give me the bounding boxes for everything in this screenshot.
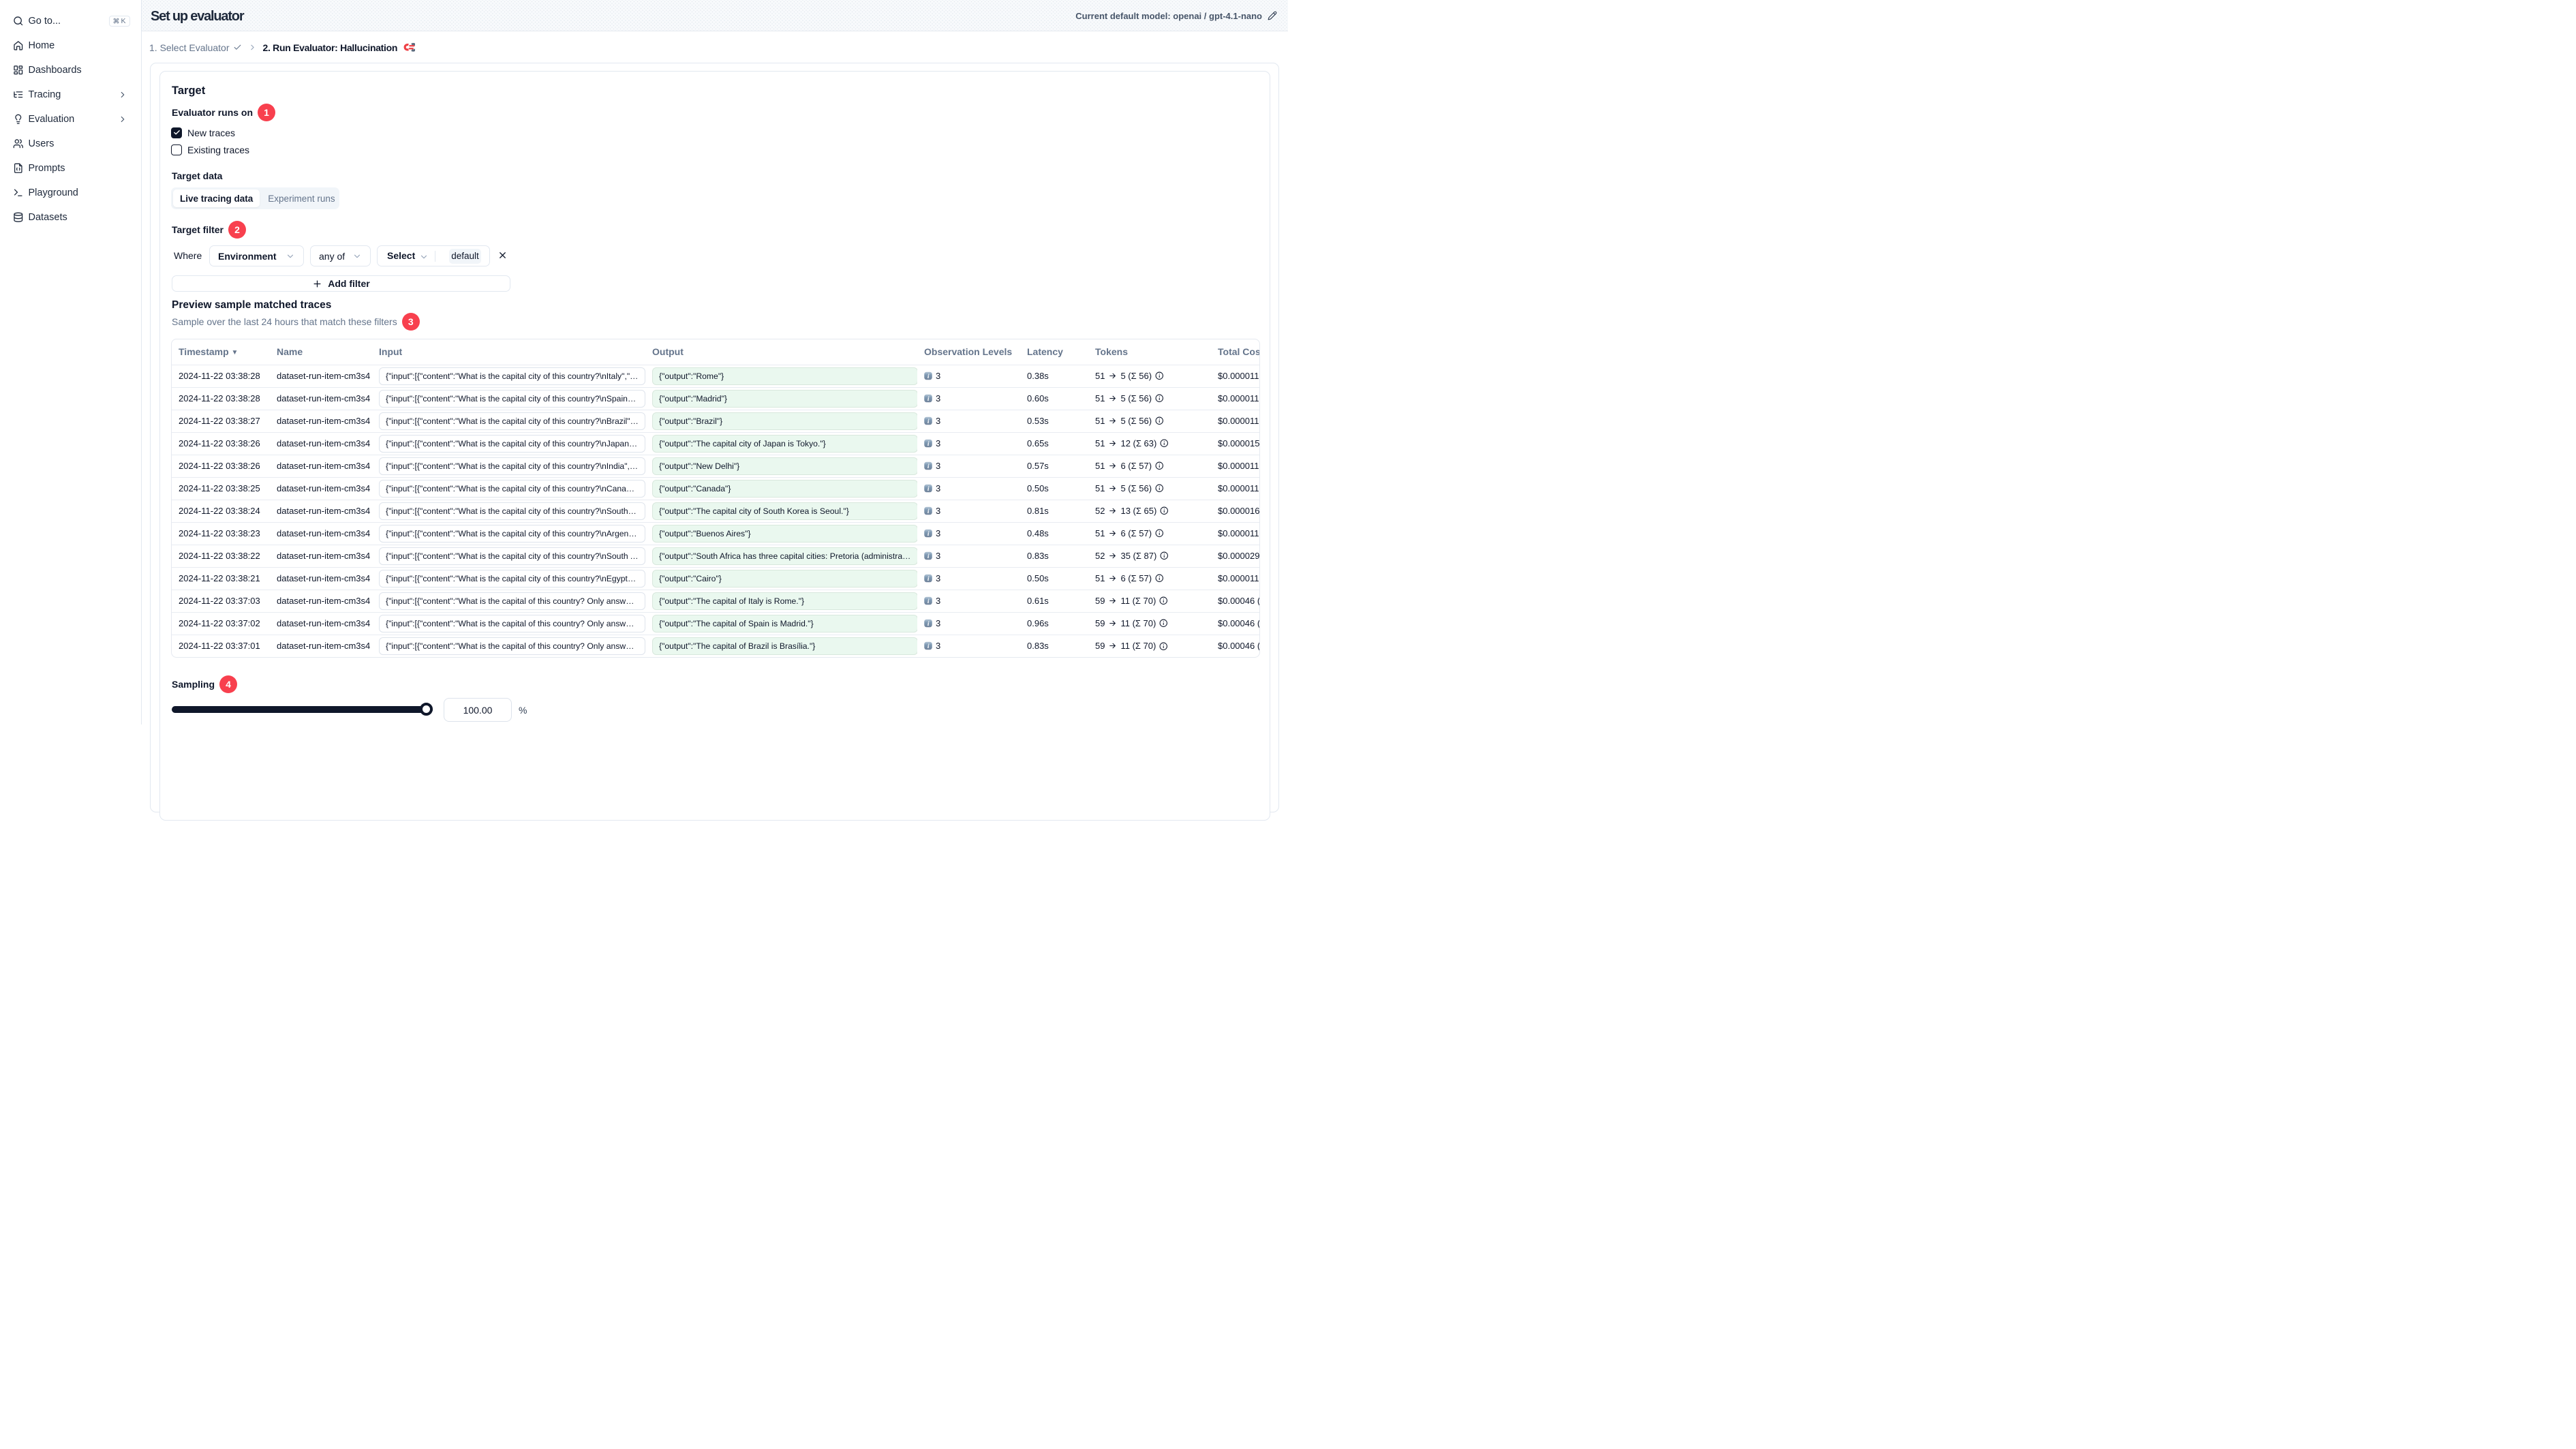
svg-text:i: i [927,553,930,560]
svg-text:i: i [927,486,930,493]
svg-text:i: i [927,643,930,650]
svg-text:i: i [927,418,930,425]
svg-text:i: i [927,576,930,583]
svg-text:i: i [927,531,930,538]
svg-text:i: i [927,463,930,470]
svg-text:i: i [927,396,930,403]
svg-text:i: i [927,373,930,380]
svg-text:i: i [927,598,930,605]
svg-text:i: i [927,441,930,448]
svg-text:i: i [927,621,930,628]
svg-text:i: i [927,508,930,515]
